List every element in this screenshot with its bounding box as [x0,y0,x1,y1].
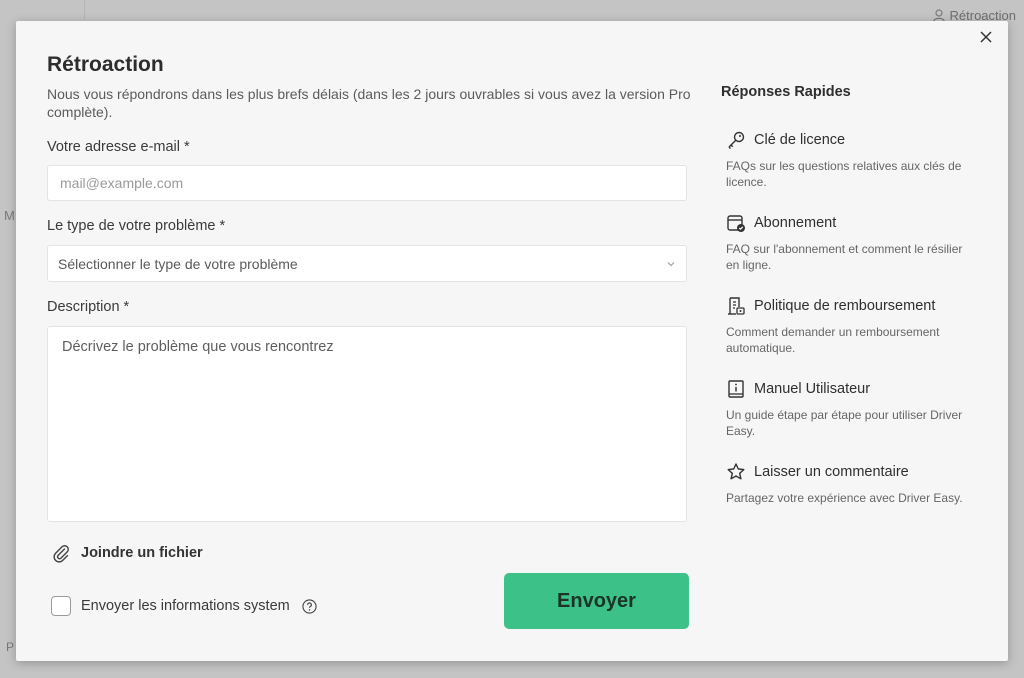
quick-answers-list: Clé de licence FAQs sur les questions re… [726,129,986,544]
chevron-down-icon [667,262,675,267]
manual-icon [728,380,744,398]
background-toolbar [0,0,1024,20]
quick-item-desc: FAQs sur les questions relatives aux clé… [726,159,962,189]
submit-button[interactable]: Envoyer [504,573,689,629]
attach-file-button[interactable]: Joindre un fichier [51,543,203,563]
quick-item-license: Clé de licence FAQs sur les questions re… [726,129,986,212]
quick-link-refund[interactable]: Politique de remboursement [726,295,986,317]
system-info-checkbox[interactable] [51,596,71,616]
quick-answers-title: Réponses Rapides [721,84,851,100]
quick-item-manual: Manuel Utilisateur Un guide étape par ét… [726,378,986,461]
quick-link-subscription[interactable]: Abonnement [726,212,986,234]
quick-item-label: Clé de licence [754,132,846,148]
feedback-dialog: Rétroaction Nous vous répondrons dans le… [16,21,1008,661]
quick-link-license[interactable]: Clé de licence [726,129,986,151]
quick-item-desc: Partagez votre expérience avec Driver Ea… [726,491,963,505]
problem-type-label: Le type de votre problème * [47,218,226,234]
system-info-label: Envoyer les informations system [81,598,290,614]
star-icon [727,463,745,480]
description-label: Description * [47,299,130,315]
dialog-subtitle: Nous vous répondrons dans les plus brefs… [47,86,691,120]
email-input[interactable] [47,165,687,201]
quick-item-label: Laisser un commentaire [754,464,909,480]
background-side-text: M [4,208,15,223]
quick-link-manual[interactable]: Manuel Utilisateur [726,378,986,400]
problem-type-select[interactable]: Sélectionner le type de votre problème [47,245,687,282]
background-divider [84,0,85,20]
problem-type-value: Sélectionner le type de votre problème [58,255,298,272]
background-side-text-bottom: P [6,640,15,654]
quick-item-desc: Comment demander un remboursement automa… [726,325,940,355]
quick-item-review: Laisser un commentaire Partagez votre ex… [726,461,986,544]
quick-item-label: Abonnement [754,215,837,231]
paperclip-icon [53,545,69,563]
quick-item-refund: Politique de remboursement Comment deman… [726,295,986,378]
description-textarea[interactable] [47,326,687,522]
key-icon [728,131,745,149]
quick-item-desc: FAQ sur l'abonnement et comment le résil… [726,242,963,272]
help-icon[interactable] [302,598,317,614]
close-button[interactable] [978,29,994,45]
close-icon [980,31,992,43]
email-label: Votre adresse e-mail * [47,139,190,155]
system-info-row: Envoyer les informations system [51,596,317,616]
quick-item-label: Politique de remboursement [754,298,936,314]
subscription-icon [727,215,745,232]
quick-link-review[interactable]: Laisser un commentaire [726,461,986,483]
attach-file-label: Joindre un fichier [81,545,203,561]
refund-icon [728,297,745,315]
quick-item-desc: Un guide étape par étape pour utiliser D… [726,408,963,438]
quick-item-label: Manuel Utilisateur [754,381,871,397]
quick-item-subscription: Abonnement FAQ sur l'abonnement et comme… [726,212,986,295]
dialog-title: Rétroaction [47,53,164,76]
